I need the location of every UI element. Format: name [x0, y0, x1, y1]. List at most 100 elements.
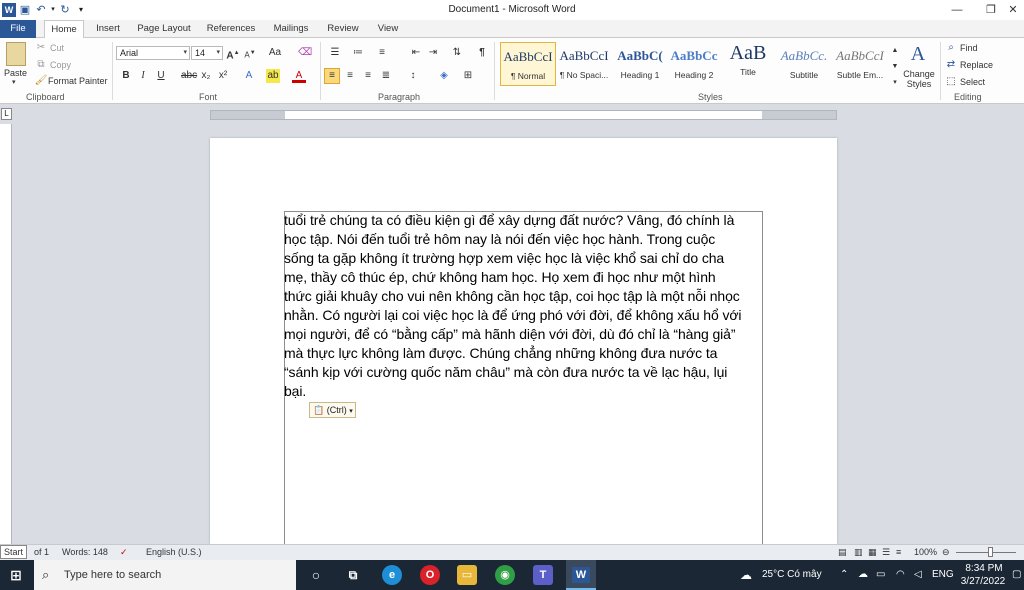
task-view-icon[interactable]: ⧉	[343, 565, 363, 585]
shading-icon[interactable]: ◈	[437, 69, 451, 83]
highlight-icon[interactable]: ab	[266, 69, 280, 83]
font-name-combo[interactable]: Arial ▾	[116, 46, 190, 60]
format-painter-button[interactable]: Format Painter	[48, 76, 108, 86]
teams-icon[interactable]: T	[533, 565, 553, 585]
notifications-icon[interactable]: ▢	[1012, 569, 1021, 580]
weather-text[interactable]: 25°C Có mây	[762, 569, 822, 580]
chrome-icon[interactable]: ◉	[495, 565, 515, 585]
close-button[interactable]: ✕	[1002, 0, 1024, 20]
zoom-out-icon[interactable]: ⊖	[942, 547, 950, 558]
line-spacing-icon[interactable]: ↕	[406, 69, 420, 83]
tab-mailings[interactable]: Mailings	[268, 20, 314, 38]
copy-button[interactable]: Copy	[50, 60, 71, 70]
style-heading-2[interactable]: AaBbCc Heading 2	[666, 42, 722, 86]
zoom-slider[interactable]	[956, 552, 1016, 553]
paste-button[interactable]: Paste	[4, 68, 27, 78]
clock-date[interactable]: 3/27/2022	[959, 576, 1007, 587]
subscript-icon[interactable]: x₂	[199, 69, 213, 83]
onedrive-icon[interactable]: ☁	[858, 569, 868, 580]
tab-selector[interactable]: L	[1, 108, 12, 120]
numbering-icon[interactable]: ≔	[351, 46, 365, 60]
print-layout-icon[interactable]: ▤	[838, 547, 847, 558]
shrink-font-icon[interactable]: A▼	[243, 46, 257, 60]
proofing-icon[interactable]: ✓	[120, 547, 128, 558]
strikethrough-icon[interactable]: abc	[181, 69, 197, 83]
paste-icon[interactable]	[6, 42, 26, 66]
wifi-icon[interactable]: ◠	[896, 569, 905, 580]
underline-icon[interactable]: U	[154, 69, 168, 83]
web-layout-icon[interactable]: ▦	[868, 547, 877, 558]
align-center-icon[interactable]: ≡	[343, 69, 357, 83]
style-normal[interactable]: AaBbCcI ¶ Normal	[500, 42, 556, 86]
tab-page-layout[interactable]: Page Layout	[134, 20, 194, 38]
multilevel-list-icon[interactable]: ≡	[375, 46, 389, 60]
copy-icon[interactable]: ⧉	[34, 58, 48, 72]
align-left-icon[interactable]: ≡	[324, 68, 340, 84]
text-effects-icon[interactable]: A	[242, 69, 256, 83]
edge-icon[interactable]: e	[382, 565, 402, 585]
tab-references[interactable]: References	[202, 20, 260, 38]
superscript-icon[interactable]: x²	[216, 69, 230, 83]
grow-font-icon[interactable]: A▲	[226, 46, 240, 61]
style-no-spacing[interactable]: AaBbCcI ¶ No Spaci...	[556, 42, 612, 86]
clear-formatting-icon[interactable]: ⌫	[298, 46, 312, 60]
font-size-combo[interactable]: 14 ▾	[191, 46, 223, 60]
tab-file[interactable]: File	[0, 20, 36, 38]
decrease-indent-icon[interactable]: ⇤	[409, 46, 423, 60]
word-taskbar-icon[interactable]: W	[566, 560, 596, 590]
draft-icon[interactable]: ≡	[896, 547, 901, 557]
paste-options-button[interactable]: 📋 (Ctrl) ▾	[309, 402, 356, 418]
style-subtitle[interactable]: AaBbCc. Subtitle	[776, 42, 832, 86]
style-subtle-emphasis[interactable]: AaBbCcI Subtle Em...	[832, 42, 888, 86]
battery-icon[interactable]: ▭	[876, 569, 885, 580]
find-button[interactable]: Find	[960, 43, 978, 53]
borders-icon[interactable]: ⊞	[461, 69, 475, 83]
tab-view[interactable]: View	[370, 20, 406, 38]
format-painter-icon[interactable]: 🖌	[34, 74, 48, 88]
document-body[interactable]: tuổi trẻ chúng ta có điều kiện gì để xây…	[284, 211, 764, 401]
opera-icon[interactable]: O	[420, 565, 440, 585]
replace-icon[interactable]: ⇄	[944, 58, 958, 72]
tab-home[interactable]: Home	[44, 20, 84, 39]
find-icon[interactable]: ⌕	[944, 41, 958, 55]
bullets-icon[interactable]: ☰	[328, 46, 342, 60]
input-language[interactable]: ENG	[932, 569, 954, 580]
cortana-icon[interactable]: ○	[306, 565, 326, 585]
styles-scroll-down-icon[interactable]: ▼	[888, 60, 902, 74]
justify-icon[interactable]: ≣	[379, 69, 393, 83]
zoom-level[interactable]: 100%	[914, 547, 937, 557]
taskbar-search-box[interactable]: ⌕ Type here to search	[34, 560, 296, 590]
change-styles-icon[interactable]: A	[906, 42, 930, 66]
file-explorer-icon[interactable]: ▭	[457, 565, 477, 585]
outline-icon[interactable]: ☰	[882, 547, 890, 558]
vertical-ruler[interactable]	[0, 124, 12, 544]
minimize-button[interactable]: —	[940, 0, 974, 20]
show-hidden-icons-icon[interactable]: ⌃	[840, 569, 848, 580]
cut-button[interactable]: Cut	[50, 43, 64, 53]
style-title[interactable]: AaB Title	[720, 42, 776, 86]
change-styles-button[interactable]: Change Styles	[902, 69, 936, 89]
select-button[interactable]: Select	[960, 77, 985, 87]
replace-button[interactable]: Replace	[960, 60, 993, 70]
show-marks-icon[interactable]: ¶	[475, 46, 489, 60]
page-count[interactable]: of 1	[34, 547, 49, 557]
styles-more-icon[interactable]: ▾	[888, 76, 902, 90]
bold-icon[interactable]: B	[119, 69, 133, 83]
horizontal-ruler[interactable]	[210, 110, 837, 120]
word-count[interactable]: Words: 148	[62, 547, 108, 557]
align-right-icon[interactable]: ≡	[361, 69, 375, 83]
language-indicator[interactable]: English (U.S.)	[146, 547, 202, 557]
select-icon[interactable]: ⬚	[944, 75, 958, 89]
sort-icon[interactable]: ⇅	[450, 46, 464, 60]
clock-time[interactable]: 8:34 PM	[962, 563, 1006, 574]
cut-icon[interactable]: ✂	[34, 41, 48, 55]
volume-icon[interactable]: ◁	[914, 569, 922, 580]
full-screen-reading-icon[interactable]: ▥	[854, 547, 863, 558]
zoom-slider-thumb[interactable]	[988, 547, 993, 557]
windows-start-icon[interactable]: ⊞	[6, 565, 26, 585]
tab-review[interactable]: Review	[322, 20, 364, 38]
font-color-icon[interactable]: A	[292, 69, 306, 83]
style-heading-1[interactable]: AaBbC(Heading 1	[612, 42, 668, 86]
styles-scroll-up-icon[interactable]: ▲	[888, 44, 902, 58]
tab-insert[interactable]: Insert	[90, 20, 126, 38]
